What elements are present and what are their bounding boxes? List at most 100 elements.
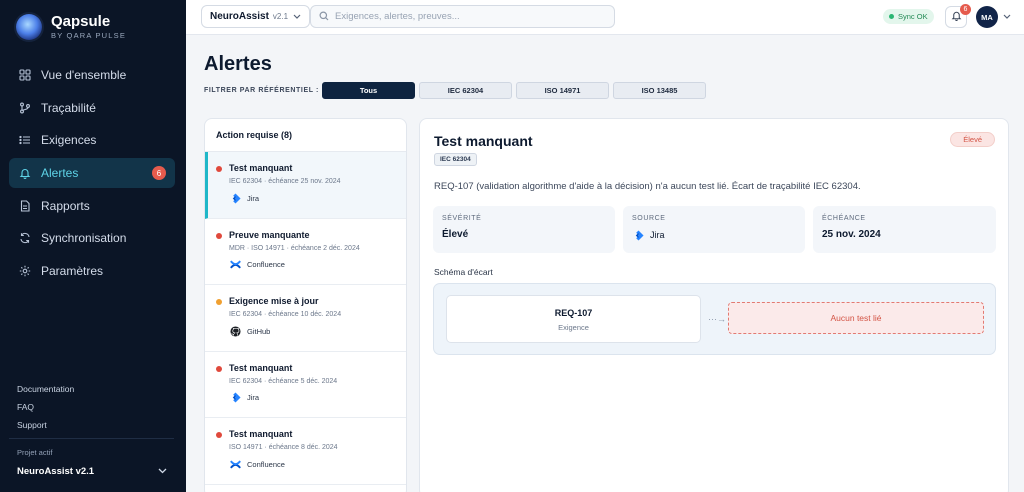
alert-meta: IEC 62304 · échéance 25 nov. 2024 [229,178,341,185]
sync-status-dot [889,14,894,19]
source-card-label: SOURCE [632,215,666,222]
gap-schema: REQ-107 Exigence ···→ Aucun test lié [433,283,996,355]
severity-card-label: SÉVÉRITÉ [442,215,482,222]
search-box[interactable] [310,5,615,28]
missing-test-node: Aucun test lié [728,302,984,334]
sidebar-item-label: Traçabilité [41,100,96,115]
alert-detail-panel: Test manquant IEC 62304 Élevé REQ-107 (v… [419,118,1009,492]
requirement-node[interactable]: REQ-107 Exigence [446,295,701,343]
sync-status-label: Sync OK [898,12,928,21]
alert-list-item[interactable]: Test manquant IEC 62304 · échéance 25 no… [205,152,406,219]
search-input[interactable] [335,11,595,22]
sidebar-item-overview[interactable]: Vue d'ensemble [9,60,175,90]
alert-list-item[interactable]: Exigence mise à jour IEC 62304 · échéanc… [205,285,406,352]
filter-chip-iso-14971[interactable]: ISO 14971 [516,82,609,99]
sidebar: Qapsule BY QARA PULSE Vue d'ensemble Tra… [0,0,186,492]
severity-dot [216,365,222,372]
alerts-count-badge: 6 [152,166,166,181]
source-card: SOURCE Jira [623,206,805,253]
severity-badge: Élevé [950,132,995,147]
sidebar-item-alerts[interactable]: Alertes 6 [9,158,175,189]
alert-meta: IEC 62304 · échéance 10 déc. 2024 [229,311,342,319]
requirement-id: REQ-107 [554,308,593,318]
alert-meta: ISO 14971 · échéance 8 déc. 2024 [229,444,338,452]
due-date-card-value: 25 nov. 2024 [822,229,881,240]
support-link[interactable]: Support [17,419,74,437]
alert-meta: MDR · ISO 14971 · échéance 2 déc. 2024 [229,244,360,252]
project-switcher-version: v2.1 [272,12,289,21]
sidebar-nav: Vue d'ensemble Traçabilité Exigences Ale… [9,60,175,289]
detail-title: Test manquant [434,133,533,149]
sidebar-item-settings[interactable]: Paramètres [9,256,175,286]
jira-icon [229,392,241,404]
alert-list-panel: Action requise (8) Test manquant IEC 623… [204,118,407,492]
sidebar-item-label: Synchronisation [41,231,127,246]
active-project-name: NeuroAssist v2.1 [17,466,95,477]
sidebar-links: Documentation FAQ Support [17,383,74,437]
alert-source-label: Confluence [247,459,285,469]
alert-title: Preuve manquante [229,229,310,240]
active-project-label: Projet actif [17,448,53,457]
severity-dot [216,166,222,172]
sidebar-item-requirements[interactable]: Exigences [9,125,175,155]
project-switcher[interactable]: NeuroAssist v2.1 [201,5,311,28]
detail-description: REQ-107 (validation algorithme d'aide à … [434,181,861,192]
requirement-type: Exigence [558,323,589,332]
bell-icon [19,167,31,180]
sidebar-item-label: Alertes [41,166,79,181]
sidebar-item-traceability[interactable]: Traçabilité [9,93,175,123]
jira-icon [229,192,241,204]
chevron-down-icon[interactable] [1003,12,1011,21]
sidebar-item-reports[interactable]: Rapports [9,191,175,221]
sidebar-item-sync[interactable]: Synchronisation [9,223,175,253]
sidebar-item-label: Vue d'ensemble [41,68,127,82]
sidebar-item-label: Exigences [41,133,97,148]
filter-chip-iso-13485[interactable]: ISO 13485 [613,82,706,99]
page-title: Alertes [204,53,272,75]
documentation-link[interactable]: Documentation [17,383,74,401]
due-date-card-label: ÉCHÉANCE [822,215,866,222]
severity-dot [216,432,222,439]
brand-name: Qapsule [51,13,111,30]
alert-source-label: Jira [247,393,260,403]
chevron-down-icon [158,466,167,477]
source-card-value: Jira [650,230,665,240]
filter-chip-iec-62304[interactable]: IEC 62304 [419,82,512,99]
topbar: NeuroAssist v2.1 Sync OK 6 MA [186,0,1024,35]
notifications-button[interactable]: 6 [945,4,971,28]
alert-list-item[interactable]: Preuve manquante MDR · ISO 14971 · échéa… [205,219,406,286]
search-icon [319,8,329,26]
confluence-icon [229,458,241,470]
sidebar-item-label: Paramètres [41,264,104,279]
active-project-selector[interactable]: NeuroAssist v2.1 [17,466,167,477]
alert-title: Exigence mise à jour [229,296,319,307]
user-avatar[interactable]: MA [976,6,998,28]
branch-icon [19,102,31,114]
severity-card-value: Élevé [442,229,469,240]
due-date-card: ÉCHÉANCE 25 nov. 2024 [813,206,996,253]
brand[interactable]: Qapsule BY QARA PULSE [16,14,126,40]
jira-icon [632,229,644,241]
notification-count-badge: 6 [960,4,971,15]
sync-icon [19,232,31,244]
filter-label: FILTRER PAR RÉFÉRENTIEL : [204,87,319,94]
filter-chip-all[interactable]: Tous [322,82,415,99]
github-icon [229,325,241,337]
alert-list-item[interactable]: Test manquant ISO 14971 · échéance 8 déc… [205,418,406,485]
alert-list-header: Action requise (8) [205,119,406,152]
confluence-icon [229,259,241,271]
sidebar-item-label: Rapports [41,198,90,213]
faq-link[interactable]: FAQ [17,401,74,419]
alert-meta: IEC 62304 · échéance 5 déc. 2024 [229,377,338,385]
alert-source-label: Confluence [247,260,285,270]
chevron-down-icon [293,12,301,21]
severity-card: SÉVÉRITÉ Élevé [433,206,615,253]
alert-list-item[interactable]: Test manquant IEC 62304 · échéance 5 déc… [205,352,406,419]
severity-dot [216,232,222,239]
severity-dot [216,299,222,306]
sidebar-divider [9,438,174,439]
grid-icon [19,69,31,81]
brand-logo [16,14,42,40]
document-icon [19,200,31,212]
alert-source-label: Jira [247,193,260,203]
